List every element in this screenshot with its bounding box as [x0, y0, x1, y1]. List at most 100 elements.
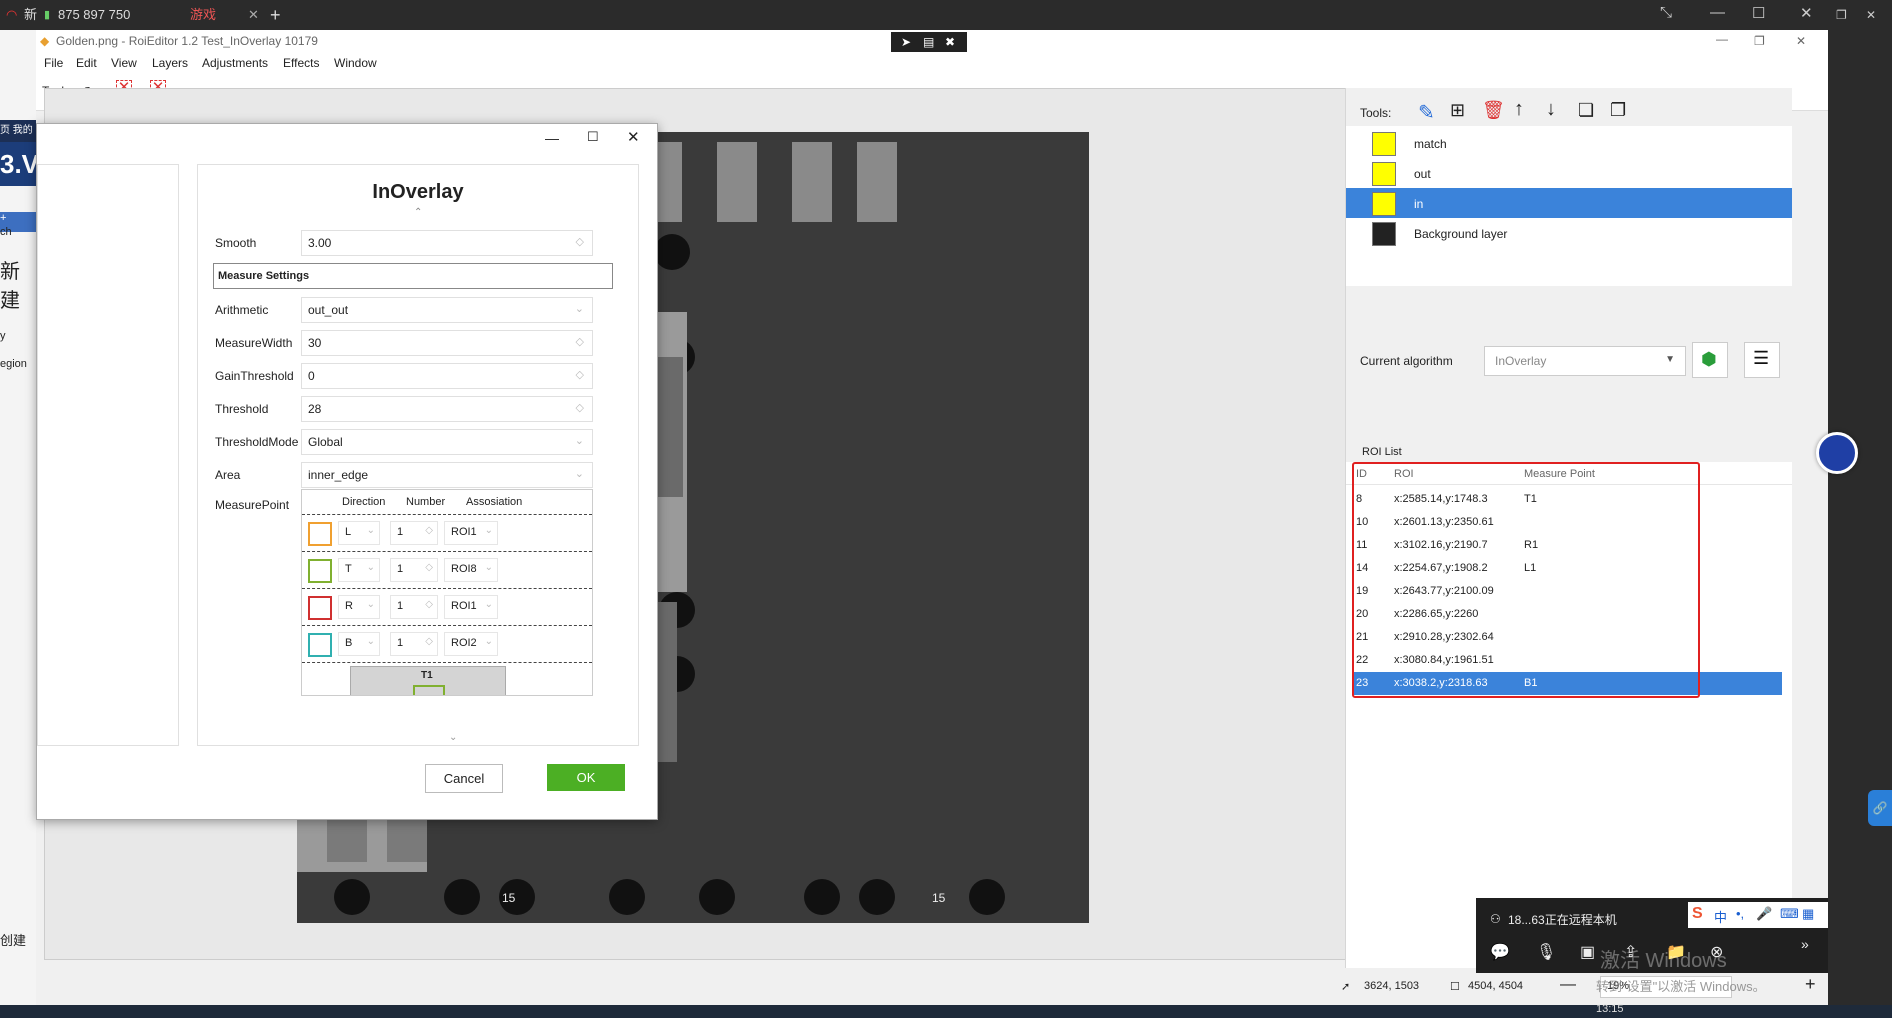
- measurepoint-row[interactable]: L ⌄ 1 ◇ ROI1 ⌄: [302, 514, 592, 552]
- measurepoint-table: Direction Number Assosiation L ⌄ 1 ◇ ROI1 ⌄…: [301, 489, 593, 696]
- direction-select[interactable]: T ⌄: [338, 558, 380, 582]
- screen-icon[interactable]: ▣: [1580, 942, 1595, 962]
- keyboard-icon[interactable]: ⌨: [1780, 906, 1799, 922]
- ok-button[interactable]: OK: [547, 764, 625, 791]
- algorithm-settings-button[interactable]: ☰: [1744, 342, 1780, 378]
- measurepoint-row[interactable]: T ⌄ 1 ◇ ROI8 ⌄: [302, 551, 592, 589]
- number-stepper[interactable]: 1 ◇: [390, 632, 438, 656]
- menu-file[interactable]: File: [44, 56, 63, 70]
- association-select[interactable]: ROI1 ⌄: [444, 595, 498, 619]
- number-stepper[interactable]: 1 ◇: [390, 558, 438, 582]
- zoom-out-button[interactable]: —: [1560, 976, 1576, 994]
- association-select[interactable]: ROI2 ⌄: [444, 632, 498, 656]
- expand-icon[interactable]: »: [1801, 936, 1809, 952]
- skin-icon[interactable]: ▦: [1802, 906, 1814, 922]
- measurepoint-row[interactable]: R ⌄ 1 ◇ ROI1 ⌄: [302, 588, 592, 626]
- paste-icon[interactable]: ❐: [1610, 100, 1626, 121]
- threshold-label: Threshold: [215, 402, 269, 416]
- close-icon[interactable]: ✖: [945, 35, 955, 49]
- cancel-button[interactable]: Cancel: [425, 764, 503, 793]
- minimize-icon[interactable]: —: [1710, 4, 1725, 21]
- layer-item[interactable]: match: [1346, 128, 1792, 158]
- layer-item[interactable]: in: [1346, 188, 1792, 218]
- tab-2[interactable]: 875 897 750: [58, 4, 130, 26]
- strip-text: egion: [0, 358, 27, 370]
- zoom-in-button[interactable]: +: [1805, 974, 1816, 995]
- remote-session-panel: ⚇ 18...63正在远程本机 S 中 •, 🎤 ⌨ ▦ 💬 🎙 ▣ ⇪ 📁 ⊗…: [1476, 898, 1828, 973]
- menu-effects[interactable]: Effects: [283, 56, 319, 70]
- menu-adjustments[interactable]: Adjustments: [202, 56, 268, 70]
- mic-icon[interactable]: 🎙: [1536, 942, 1556, 962]
- close-icon[interactable]: ✕: [1800, 4, 1813, 22]
- menu-layers[interactable]: Layers: [152, 56, 188, 70]
- close-icon[interactable]: ✕: [627, 128, 640, 146]
- tab-1[interactable]: 新: [24, 4, 37, 26]
- threshold-input[interactable]: 28 ◇: [301, 396, 593, 422]
- restore-icon[interactable]: ❐: [1754, 34, 1765, 48]
- color-swatch[interactable]: [308, 522, 332, 546]
- color-swatch[interactable]: [308, 596, 332, 620]
- number-stepper[interactable]: 1 ◇: [390, 521, 438, 545]
- thresholdmode-select[interactable]: Global ⌄: [301, 429, 593, 455]
- strip-create[interactable]: 创建: [0, 930, 26, 949]
- pointer-icon[interactable]: ➤: [901, 35, 911, 49]
- ime-toolbar[interactable]: S 中 •, 🎤 ⌨ ▦: [1688, 902, 1828, 928]
- shrink-icon[interactable]: ⤡: [1660, 4, 1672, 21]
- keyboard-icon[interactable]: ▤: [923, 35, 934, 49]
- edit-pen-icon[interactable]: ✎: [1418, 100, 1435, 125]
- direction-select[interactable]: R ⌄: [338, 595, 380, 619]
- app-icon: ◆: [40, 34, 50, 48]
- move-down-icon[interactable]: ↓: [1546, 98, 1556, 121]
- arithmetic-select[interactable]: out_out ⌄: [301, 297, 593, 323]
- gainthreshold-label: GainThreshold: [215, 369, 294, 383]
- area-select[interactable]: inner_edge ⌄: [301, 462, 593, 488]
- scroll-down-icon[interactable]: ⌄: [449, 732, 457, 743]
- smooth-input[interactable]: 3.00 ◇: [301, 230, 593, 256]
- tab-close-icon[interactable]: ✕: [248, 4, 259, 26]
- maximize-icon[interactable]: ☐: [587, 129, 599, 145]
- chat-icon[interactable]: 💬: [1490, 942, 1510, 962]
- color-swatch[interactable]: [308, 633, 332, 657]
- arithmetic-label: Arithmetic: [215, 303, 269, 317]
- add-layer-icon[interactable]: ⊞: [1450, 100, 1465, 121]
- direction-select[interactable]: L ⌄: [338, 521, 380, 545]
- mic-icon[interactable]: 🎤: [1756, 906, 1772, 922]
- association-select[interactable]: ROI8 ⌄: [444, 558, 498, 582]
- floating-assistant-button[interactable]: [1816, 432, 1858, 474]
- remote-control-bar[interactable]: ➤ ▤ ✖: [891, 32, 967, 54]
- measurewidth-input[interactable]: 30 ◇: [301, 330, 593, 356]
- maximize-icon[interactable]: ☐: [1752, 4, 1765, 22]
- algorithm-select[interactable]: InOverlay ▼: [1484, 346, 1686, 376]
- menu-edit[interactable]: Edit: [76, 56, 97, 70]
- delete-icon[interactable]: 🗑: [1482, 100, 1505, 121]
- scroll-up-icon[interactable]: ⌃: [414, 207, 422, 218]
- color-swatch[interactable]: [308, 559, 332, 583]
- minimize-icon[interactable]: —: [1716, 32, 1728, 46]
- close-icon[interactable]: ✕: [1866, 8, 1876, 22]
- direction-select[interactable]: B ⌄: [338, 632, 380, 656]
- measurepoint-row[interactable]: B ⌄ 1 ◇ ROI2 ⌄: [302, 625, 592, 663]
- restore-icon[interactable]: ❐: [1836, 8, 1847, 22]
- link-icon[interactable]: 🔗: [1868, 790, 1892, 826]
- gainthreshold-input[interactable]: 0 ◇: [301, 363, 593, 389]
- tab-3[interactable]: 游戏: [190, 4, 216, 26]
- layer-item[interactable]: out: [1346, 158, 1792, 188]
- copy-icon[interactable]: ❏: [1578, 100, 1594, 121]
- punct-icon[interactable]: •,: [1736, 906, 1744, 921]
- remote-status-text: 18...63正在远程本机: [1508, 913, 1617, 927]
- move-up-icon[interactable]: ↑: [1514, 98, 1524, 121]
- menu-window[interactable]: Window: [334, 56, 377, 70]
- close-icon[interactable]: ✕: [1796, 34, 1806, 48]
- new-tab-button[interactable]: +: [270, 4, 281, 26]
- cube-icon: ⬢: [1701, 349, 1717, 369]
- algorithm-run-button[interactable]: ⬢: [1692, 342, 1728, 378]
- layer-swatch: [1372, 192, 1396, 216]
- sogou-icon[interactable]: S: [1692, 905, 1703, 923]
- minimize-icon[interactable]: —: [545, 130, 559, 146]
- layer-item[interactable]: Background layer: [1346, 218, 1792, 248]
- ime-mode[interactable]: 中: [1714, 907, 1727, 926]
- association-select[interactable]: ROI1 ⌄: [444, 521, 498, 545]
- number-stepper[interactable]: 1 ◇: [390, 595, 438, 619]
- right-panel: Tools: ✎ ⊞ 🗑 ↑ ↓ ❏ ❐ match out in Backgr…: [1345, 88, 1792, 968]
- menu-view[interactable]: View: [111, 56, 137, 70]
